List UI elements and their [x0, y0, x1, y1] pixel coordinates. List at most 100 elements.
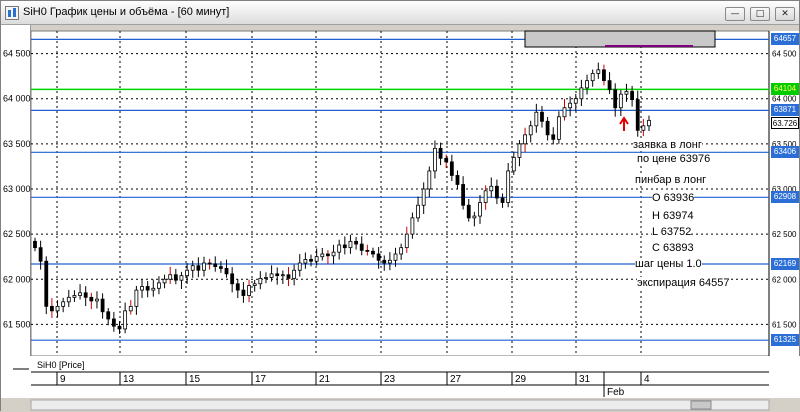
candle-body [297, 262, 302, 271]
y-tick-label-right: 62 000 [772, 275, 797, 284]
candle-body [590, 73, 595, 82]
annotation-high: H 63974 [652, 210, 694, 222]
candle-body [444, 157, 449, 163]
candle-body [483, 190, 488, 203]
candle-body [145, 286, 150, 291]
y-tick-label: 64 000 [3, 94, 31, 104]
candle-body [78, 292, 82, 296]
candle-body [157, 282, 161, 289]
scrollbar-thumb[interactable] [690, 400, 712, 410]
candle-body [173, 274, 178, 281]
candle-body [517, 143, 522, 158]
candle-body [134, 289, 139, 307]
candle-body [556, 116, 561, 140]
y-tick-label: 62 500 [3, 229, 31, 239]
candle-body [624, 91, 629, 95]
candle-body [168, 274, 173, 280]
price-tag: 64104 [771, 83, 799, 96]
candle-body [455, 175, 460, 185]
candle-body [371, 250, 375, 255]
candle-body [179, 275, 184, 281]
candle-body [218, 266, 223, 269]
candle-body [438, 147, 443, 159]
candle-body [111, 318, 116, 327]
candle-body [602, 69, 606, 82]
candle-body [466, 204, 471, 219]
candle-body [393, 253, 398, 261]
candle-body [641, 125, 646, 131]
candle-body [202, 262, 206, 271]
candle-body [523, 134, 527, 145]
candle-body [190, 265, 195, 271]
price-tag: 62169 [771, 258, 799, 270]
x-tick-label: 15 [189, 374, 201, 385]
candle-body [49, 305, 54, 312]
annotation-expiration: экспирация 64557 [637, 277, 730, 289]
candle-body [596, 69, 601, 74]
x-tick-label: 4 [644, 374, 650, 385]
candle-body [647, 119, 651, 127]
candle-body [354, 240, 358, 245]
candle-body [230, 273, 235, 285]
candle-body [410, 217, 415, 235]
scrollbar-track[interactable] [30, 399, 770, 411]
y-tick-label: 61 500 [3, 319, 31, 329]
candle-body [534, 111, 539, 127]
candle-body [83, 292, 88, 298]
annotation-order-line2: по цене 63976 [637, 153, 711, 165]
candle-body [235, 283, 240, 291]
candle-body [404, 233, 409, 249]
y-tick-label-right: 61 500 [772, 320, 797, 329]
series-label: SiH0 [Price] [37, 360, 85, 370]
y-tick-label: 62 000 [3, 274, 31, 284]
candle-body [314, 256, 319, 262]
annotation-low: L 63752 [652, 226, 692, 238]
candle-body [320, 253, 325, 258]
candle-body [89, 296, 94, 302]
price-chart[interactable]: 64 500 64 50064 000 64 00063 500 63 50063 0… [1, 1, 800, 412]
candle-body [269, 273, 274, 278]
price-tag: 63.726 [771, 117, 799, 130]
price-tag: 64657 [771, 33, 799, 46]
candle-body [382, 259, 387, 264]
candle-body [326, 253, 330, 257]
candle-body [562, 107, 567, 118]
candle-body [303, 259, 308, 264]
candle-body [528, 125, 533, 136]
candle-body [140, 286, 144, 291]
candle-body [66, 296, 71, 303]
candle-body [545, 120, 550, 136]
price-tag: 62908 [771, 191, 799, 204]
candle-body [478, 202, 482, 217]
candle-body [472, 215, 477, 219]
x-tick-label: 23 [384, 374, 396, 385]
annotation-open: O 63936 [652, 192, 695, 204]
x-tick-label: 29 [515, 374, 527, 385]
candle-body [359, 243, 364, 251]
price-tag: 63871 [771, 104, 799, 117]
chart-window: SiH0 График цены и объёма - [60 минут] —… [0, 0, 800, 412]
candle-body [342, 244, 347, 249]
candle-body [213, 263, 218, 268]
candle-body [506, 170, 511, 203]
candle-body [511, 156, 516, 172]
annotation-close: C 63893 [652, 242, 694, 253]
candle-body [585, 80, 589, 89]
candle-body [292, 269, 297, 279]
candle-body [61, 301, 66, 307]
candle-body [33, 240, 37, 249]
candle-body [117, 325, 122, 330]
candle-body [258, 277, 263, 285]
candle-body [196, 265, 201, 271]
candle-body [207, 262, 212, 265]
candle-body [128, 305, 133, 312]
candle-body [72, 295, 77, 298]
expiration-zone [524, 30, 716, 48]
candle-body [421, 188, 426, 206]
candle-body [399, 247, 404, 255]
x-tick-label: 17 [255, 374, 267, 385]
candle-body [309, 259, 313, 262]
price-tag: 63406 [771, 146, 799, 159]
candle-body [568, 102, 573, 109]
candle-body [495, 185, 499, 199]
